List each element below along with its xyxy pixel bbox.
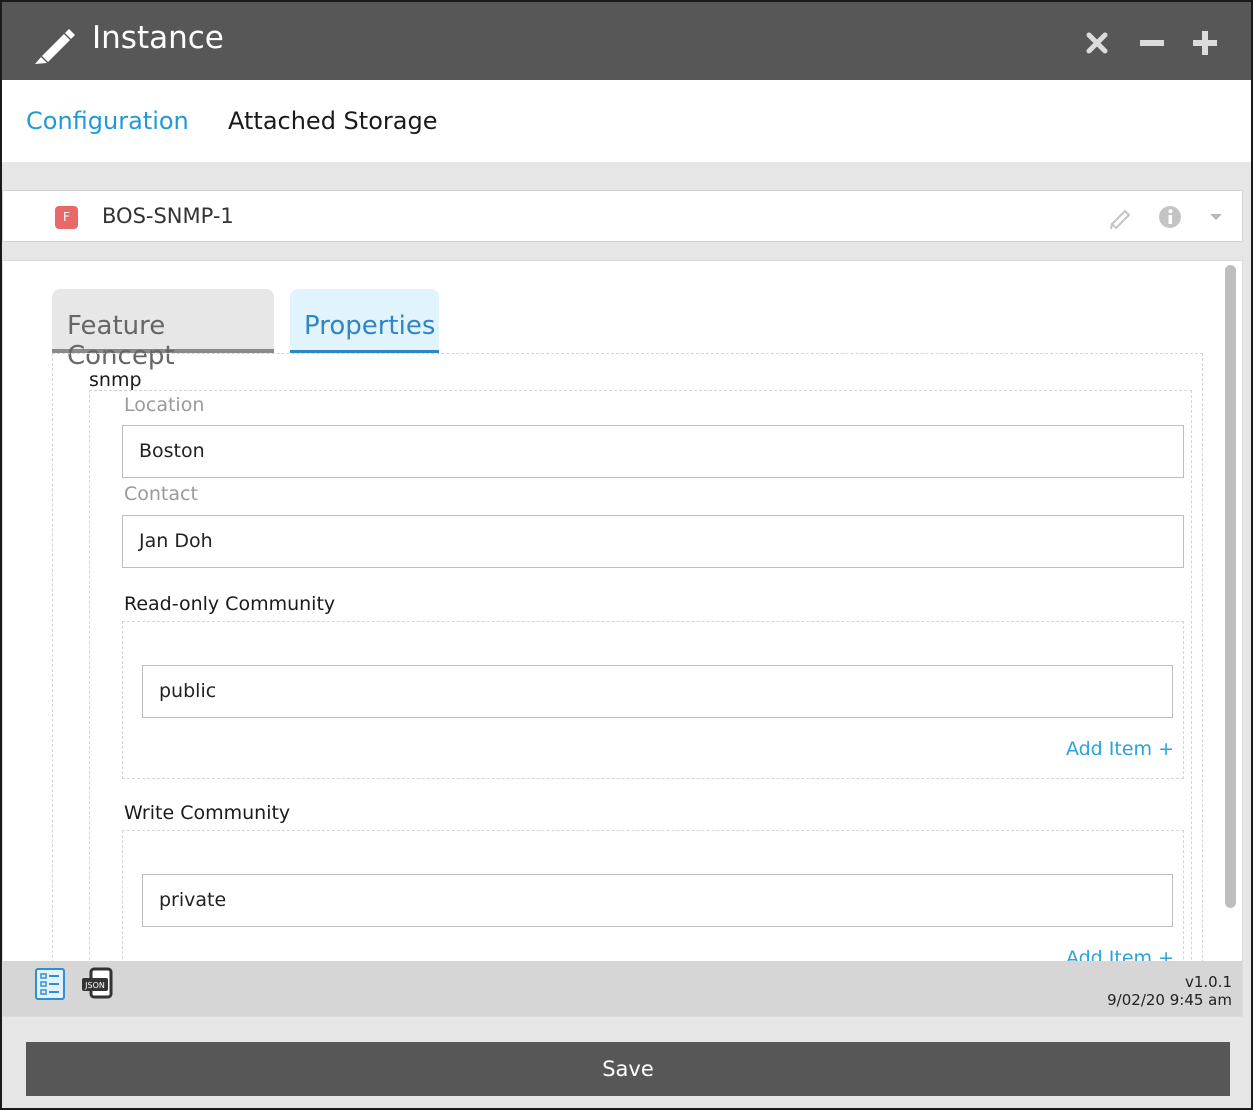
- version-label: v1.0.1: [1184, 973, 1232, 991]
- pencil-icon[interactable]: [1108, 204, 1134, 230]
- tab-attached-storage[interactable]: Attached Storage: [228, 107, 437, 135]
- snmp-fields: Location Boston Contact Jan Doh Read-onl…: [89, 390, 1192, 1016]
- location-input[interactable]: Boston: [122, 425, 1184, 478]
- snmp-section: snmp Location Boston Contact Jan Doh Rea…: [52, 353, 1203, 1016]
- add-item-button[interactable]: Add Item +: [1066, 738, 1174, 760]
- instance-header: F BOS-SNMP-1: [2, 190, 1243, 242]
- write-community-title: Write Community: [124, 802, 291, 824]
- tab-configuration[interactable]: Configuration: [26, 107, 189, 135]
- minimize-icon[interactable]: [1139, 30, 1165, 56]
- info-icon[interactable]: [1157, 204, 1183, 230]
- properties-panel: Feature Concept Properties snmp Location…: [2, 260, 1243, 1017]
- panel-footer: JSON v1.0.1 9/02/20 9:45 am: [3, 961, 1242, 1016]
- top-tab-bar: Configuration Attached Storage: [2, 80, 1251, 162]
- timestamp-label: 9/02/20 9:45 am: [1107, 991, 1232, 1009]
- maximize-icon[interactable]: [1192, 30, 1218, 56]
- contact-label: Contact: [124, 483, 198, 505]
- vertical-scrollbar[interactable]: [1225, 265, 1236, 908]
- location-label: Location: [124, 394, 205, 416]
- version-info: v1.0.1 9/02/20 9:45 am: [1107, 973, 1232, 1009]
- write-community-item[interactable]: private: [142, 874, 1173, 927]
- read-only-community-title: Read-only Community: [124, 593, 336, 615]
- window-title: Instance: [92, 20, 224, 56]
- pencil-icon: [35, 29, 75, 64]
- form-view-icon[interactable]: [34, 967, 66, 1001]
- save-button[interactable]: Save: [26, 1042, 1230, 1096]
- json-view-icon[interactable]: JSON: [81, 967, 113, 1001]
- instance-type-badge: F: [55, 206, 78, 229]
- svg-text:JSON: JSON: [84, 981, 105, 990]
- read-only-community-list: public Add Item +: [122, 621, 1184, 779]
- tab-properties[interactable]: Properties: [290, 289, 439, 353]
- tab-feature-concept[interactable]: Feature Concept: [52, 289, 274, 371]
- instance-name: BOS-SNMP-1: [102, 204, 234, 228]
- instance-window: Instance Configuration Attached Storage …: [0, 0, 1253, 1110]
- contact-input[interactable]: Jan Doh: [122, 515, 1184, 568]
- close-icon[interactable]: [1084, 30, 1110, 56]
- section-title: snmp: [89, 369, 142, 391]
- title-bar: Instance: [2, 2, 1251, 80]
- caret-down-icon[interactable]: [1203, 204, 1229, 230]
- read-only-community-item[interactable]: public: [142, 665, 1173, 718]
